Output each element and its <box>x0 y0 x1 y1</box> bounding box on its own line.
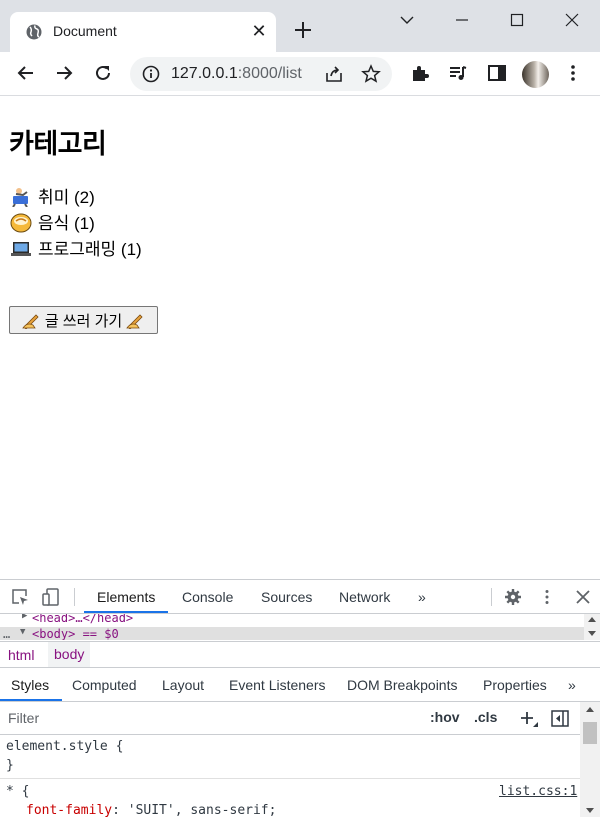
universal-selector[interactable]: * { <box>6 784 29 799</box>
toggle-sidebar-icon[interactable] <box>551 710 569 727</box>
styles-tabbar: Styles Computed Layout Event Listeners D… <box>0 668 600 702</box>
url-text: 127.0.0.1:8000/list <box>171 65 302 83</box>
tab-sources[interactable]: Sources <box>261 589 312 605</box>
share-icon[interactable] <box>324 64 344 84</box>
bookmark-star-icon[interactable] <box>361 64 381 84</box>
site-info-icon[interactable] <box>142 65 160 83</box>
styles-filterbar: Filter :hov .cls <box>0 702 580 735</box>
side-panel-icon[interactable] <box>486 62 508 84</box>
tab-properties[interactable]: Properties <box>483 677 547 693</box>
scroll-down-icon[interactable] <box>587 630 597 638</box>
device-toolbar-icon[interactable] <box>42 588 60 606</box>
page-viewport: 카테고리 취미 (2) 음식 (1) 프로그래밍 (1) 글 쓰러 가기 <box>0 97 600 579</box>
write-post-label: 글 쓰러 가기 <box>44 312 123 330</box>
tab-elements[interactable]: Elements <box>97 589 155 605</box>
expand-triangle-icon[interactable]: ▶ <box>22 614 27 621</box>
devtools-tabbar: Elements Console Sources Network » <box>0 580 600 614</box>
laptop-icon <box>11 242 31 256</box>
address-bar[interactable]: 127.0.0.1:8000/list <box>130 57 392 91</box>
dom-node-text: <body> == $0 <box>32 627 119 640</box>
url-path: :8000/list <box>237 65 302 82</box>
element-style-selector[interactable]: element.style { <box>6 739 123 754</box>
breadcrumb: html body <box>0 641 600 668</box>
category-label: 음식 (1) <box>38 214 95 233</box>
scroll-up-icon[interactable] <box>587 615 597 623</box>
active-tab-indicator <box>84 611 168 613</box>
more-tabs-icon[interactable]: » <box>418 589 426 605</box>
category-item-programming[interactable]: 프로그래밍 (1) <box>10 235 142 260</box>
menu-kebab-icon[interactable] <box>562 62 584 84</box>
rule-close-brace: } <box>6 758 14 773</box>
breadcrumb-html[interactable]: html <box>8 647 34 663</box>
scroll-up-icon[interactable] <box>585 705 595 713</box>
devtools-menu-icon[interactable] <box>538 588 556 606</box>
tab-console[interactable]: Console <box>182 589 233 605</box>
scrollbar-thumb[interactable] <box>583 722 597 744</box>
category-item-hobby[interactable]: 취미 (2) <box>10 183 95 208</box>
breadcrumb-body[interactable]: body <box>48 642 91 667</box>
elements-scrollbar[interactable] <box>584 614 600 640</box>
cls-toggle[interactable]: .cls <box>474 709 497 725</box>
tab-layout[interactable]: Layout <box>162 677 204 693</box>
page-title: 카테고리 <box>9 129 107 159</box>
dom-node-text: <head>…</head> <box>32 614 134 625</box>
writing-hand-icon <box>22 313 39 329</box>
divider <box>0 778 580 779</box>
maximize-icon[interactable] <box>505 8 529 32</box>
writing-hand-icon <box>126 313 143 329</box>
browser-titlebar: Document ✕ <box>0 0 600 52</box>
more-subtabs-icon[interactable]: » <box>568 677 576 693</box>
hov-toggle[interactable]: :hov <box>430 709 460 725</box>
ellipsis-icon[interactable]: … <box>3 627 10 640</box>
forward-icon[interactable] <box>53 62 75 84</box>
tab-dom-breakpoints[interactable]: DOM Breakpoints <box>347 677 457 693</box>
url-host: 127.0.0.1 <box>171 65 238 82</box>
person-playing-icon <box>12 188 28 207</box>
tab-event-listeners[interactable]: Event Listeners <box>229 677 326 693</box>
divider <box>74 588 75 606</box>
settings-gear-icon[interactable] <box>504 588 522 606</box>
tab-title: Document <box>53 23 117 39</box>
tab-styles[interactable]: Styles <box>11 677 49 693</box>
new-tab-icon[interactable] <box>292 19 314 41</box>
reload-icon[interactable] <box>92 62 114 84</box>
write-post-button[interactable]: 글 쓰러 가기 <box>9 306 158 334</box>
category-label: 취미 (2) <box>38 188 95 207</box>
window-close-icon[interactable] <box>560 8 584 32</box>
elements-tree: ▶ <head>…</head> … ▼ <body> == $0 <box>0 614 600 640</box>
dom-node-head[interactable]: ▶ <head>…</head> <box>0 614 584 625</box>
divider <box>491 588 492 606</box>
minimize-icon[interactable] <box>450 8 474 32</box>
category-item-food[interactable]: 음식 (1) <box>10 209 95 234</box>
tab-computed[interactable]: Computed <box>72 677 137 693</box>
extensions-puzzle-icon[interactable] <box>409 62 431 84</box>
css-declaration[interactable]: font-family: 'SUIT', sans-serif; <box>26 803 276 817</box>
devtools-close-icon[interactable] <box>574 588 592 606</box>
tab-close-icon[interactable]: ✕ <box>250 22 268 40</box>
profile-avatar[interactable] <box>522 61 549 88</box>
inspect-element-icon[interactable] <box>11 588 29 606</box>
media-control-icon[interactable] <box>447 62 469 84</box>
active-subtab-indicator <box>0 699 62 701</box>
browser-toolbar: 127.0.0.1:8000/list <box>0 52 600 96</box>
tab-search-chevron-icon[interactable] <box>395 8 419 32</box>
new-style-rule-icon[interactable] <box>519 710 539 728</box>
dom-node-body[interactable]: … ▼ <body> == $0 <box>0 627 584 640</box>
collapse-triangle-icon[interactable]: ▼ <box>20 627 25 637</box>
globe-icon <box>26 24 42 40</box>
back-icon[interactable] <box>15 62 37 84</box>
css-property-value: : 'SUIT', sans-serif; <box>112 803 277 817</box>
scroll-down-icon[interactable] <box>585 807 595 815</box>
category-label: 프로그래밍 (1) <box>38 240 142 259</box>
tab-network[interactable]: Network <box>339 589 390 605</box>
stylesheet-source-link[interactable]: list.css:1 <box>499 784 577 799</box>
css-property-name: font-family <box>26 803 113 817</box>
browser-tab[interactable]: Document ✕ <box>10 12 276 52</box>
styles-pane: element.style { } * { list.css:1 font-fa… <box>0 736 580 817</box>
styles-scrollbar[interactable] <box>580 702 600 817</box>
food-bowl-icon <box>10 213 32 233</box>
devtools-panel: Elements Console Sources Network » ▶ <he… <box>0 579 600 817</box>
styles-filter-input[interactable]: Filter <box>2 706 416 730</box>
